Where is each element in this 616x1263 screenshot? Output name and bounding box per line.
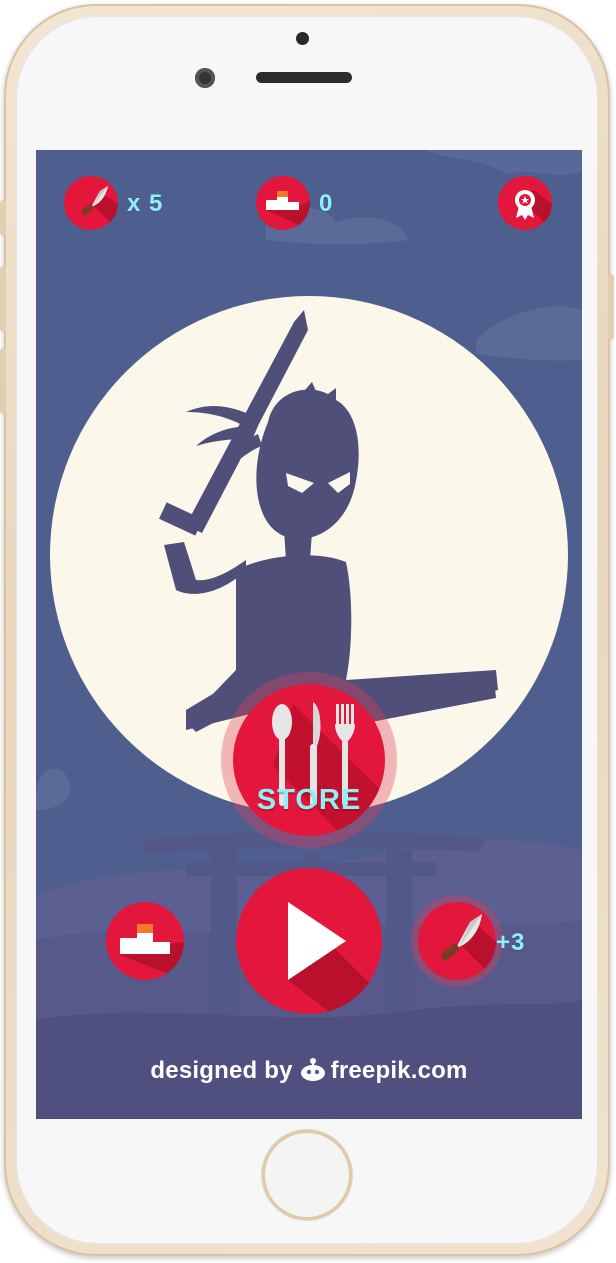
store-button[interactable]: STORE [233, 684, 385, 836]
earpiece-speaker [256, 72, 352, 83]
game-screen: x 5 0 STORE +3 designed by freepik.com [36, 150, 582, 1119]
knife-bonus-glow [411, 895, 503, 987]
award-ribbon-icon [515, 190, 552, 230]
power-button [608, 274, 614, 340]
leaderboard-button[interactable] [106, 902, 184, 980]
knife-bonus-button[interactable] [418, 902, 496, 980]
knife-icon [440, 914, 496, 980]
store-label: STORE [256, 784, 362, 816]
designed-by-text: designed by [150, 1057, 293, 1084]
podium-icon [118, 924, 184, 980]
volume-up-button [0, 266, 6, 332]
achievements-button[interactable] [498, 176, 552, 230]
store-button-glow: STORE [221, 672, 397, 848]
knife-bonus-amount: +3 [496, 929, 526, 956]
knives-count: x 5 [127, 190, 164, 217]
score-value: 0 [319, 190, 334, 217]
proximity-sensor [195, 68, 215, 88]
mute-switch [0, 200, 6, 236]
play-icon [288, 902, 382, 1014]
volume-down-button [0, 348, 6, 414]
play-button[interactable] [236, 868, 382, 1014]
podium-icon [266, 191, 310, 230]
freepik-logo-icon [299, 1057, 327, 1088]
designer-credit[interactable]: designed by freepik.com [36, 1057, 582, 1088]
knives-counter-icon-button [64, 176, 118, 230]
knife-icon [81, 186, 118, 230]
score-icon-badge [256, 176, 310, 230]
freepik-brand-text: freepik.com [330, 1057, 468, 1084]
front-camera [296, 32, 309, 45]
home-button[interactable] [262, 1130, 352, 1220]
